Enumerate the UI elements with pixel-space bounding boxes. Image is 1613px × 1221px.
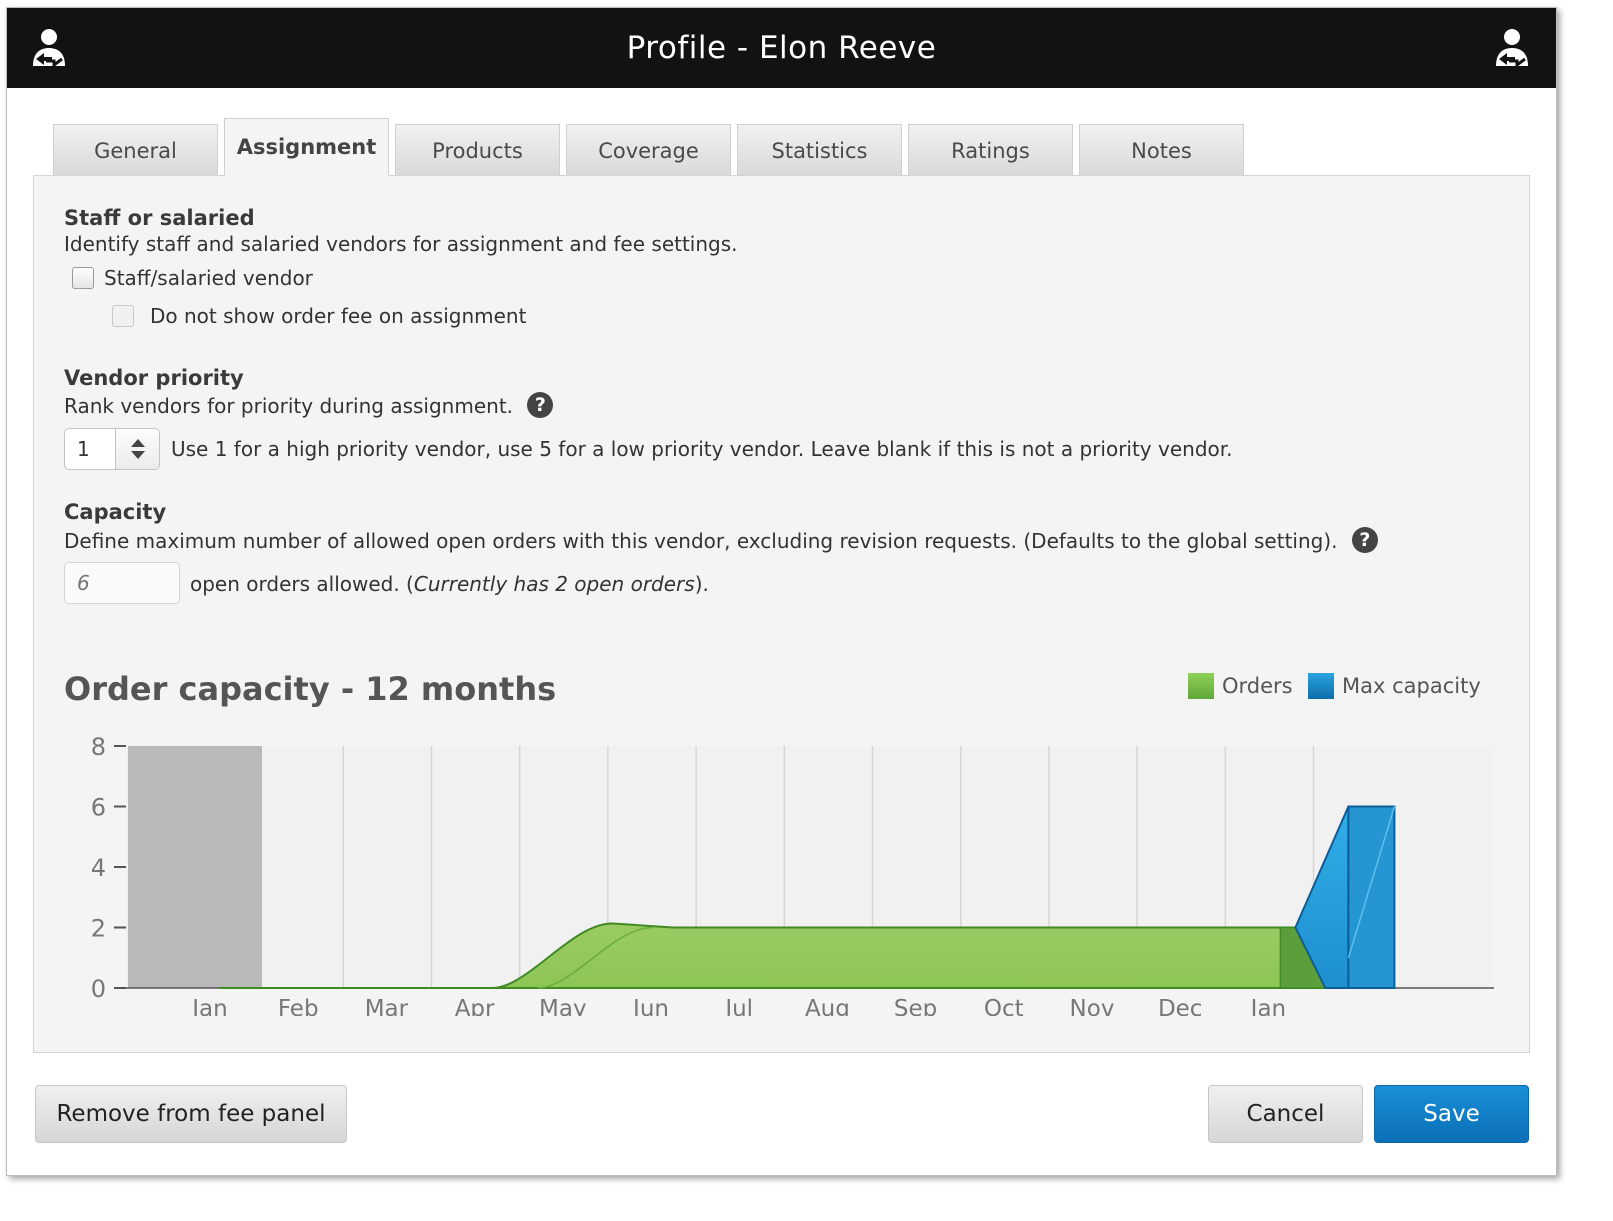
chart-title: Order capacity - 12 months [64,670,557,708]
x-tick-label: May [539,996,587,1016]
legend-orders: Orders [1188,673,1293,699]
x-tick-label: Aug [805,996,850,1016]
user-switch-icon[interactable] [27,26,71,70]
x-tick-label: Jun [631,996,669,1016]
priority-stepper[interactable]: 1 [64,428,160,470]
priority-hint: Use 1 for a high priority vendor, use 5 … [171,437,1233,461]
legend-orders-swatch [1188,673,1214,699]
legend-orders-label: Orders [1222,674,1293,698]
staff-checkbox-row[interactable]: Staff/salaried vendor [72,266,313,290]
capacity-description-text: Define maximum number of allowed open or… [64,529,1338,553]
capacity-suffix-before: open orders allowed. ( [190,572,414,596]
legend-max-capacity-label: Max capacity [1342,674,1481,698]
x-tick-label: Sep [894,996,937,1016]
legend-max-capacity: Max capacity [1308,673,1481,699]
title-bar: Profile - Elon Reeve [7,8,1556,88]
x-tick-label: Jan [190,996,227,1016]
question-icon[interactable]: ? [527,391,554,418]
remove-from-fee-panel-button[interactable]: Remove from fee panel [35,1085,347,1143]
save-button[interactable]: Save [1374,1085,1529,1143]
order-fee-checkbox-row[interactable]: Do not show order fee on assignment [112,304,526,328]
legend-max-capacity-swatch [1308,673,1334,699]
hide-order-fee-checkbox[interactable] [112,305,134,327]
y-tick-label: 4 [91,854,106,882]
priority-description-text: Rank vendors for priority during assignm… [64,394,514,418]
priority-section-title: Vendor priority [64,366,244,390]
tab-ratings[interactable]: Ratings [908,124,1073,176]
question-icon[interactable]: ? [1351,526,1378,553]
y-tick-label: 2 [91,915,106,943]
x-tick-label: Apr [455,996,495,1016]
y-tick-label: 6 [91,794,106,822]
past-period-shade [128,746,262,988]
assignment-panel: Staff or salaried Identify staff and sal… [33,175,1530,1053]
tab-products[interactable]: Products [395,124,560,176]
x-tick-label: Mar [365,996,409,1016]
staff-section-title: Staff or salaried [64,206,255,230]
tab-bar: General Assignment Products Coverage Sta… [53,118,1244,176]
profile-dialog: Profile - Elon Reeve General Assignment … [6,7,1557,1176]
staff-checkbox-label: Staff/salaried vendor [104,266,313,290]
cancel-button[interactable]: Cancel [1208,1085,1363,1143]
x-tick-label: Oct [984,996,1024,1016]
tab-general[interactable]: General [53,124,218,176]
tab-coverage[interactable]: Coverage [566,124,731,176]
x-tick-label: Jul [723,996,753,1016]
y-tick-label: 0 [91,975,106,1003]
x-tick-label: Jan [1249,996,1286,1016]
tab-statistics[interactable]: Statistics [737,124,902,176]
priority-section-description: Rank vendors for priority during assignm… [64,391,554,418]
y-tick-label: 8 [91,733,106,761]
capacity-current-note: Currently has 2 open orders [413,572,695,596]
x-tick-label: Nov [1070,996,1115,1016]
capacity-section-title: Capacity [64,500,167,524]
capacity-section-description: Define maximum number of allowed open or… [64,526,1378,553]
hide-order-fee-label: Do not show order fee on assignment [150,304,527,328]
x-tick-label: Dec [1158,996,1203,1016]
capacity-suffix: open orders allowed. (Currently has 2 op… [190,572,709,596]
capacity-suffix-after: ). [694,572,709,596]
staff-section-description: Identify staff and salaried vendors for … [64,232,738,256]
staff-salaried-checkbox[interactable] [72,267,94,289]
window-title: Profile - Elon Reeve [626,30,937,66]
x-tick-label: Feb [278,996,319,1016]
order-capacity-chart: 0 2 4 6 8 Jan Feb Mar Apr May Jun Jul Aug Sep Oct Nov De… [91,733,1494,1016]
max-capacity-bar [1347,805,1396,989]
tab-notes[interactable]: Notes [1079,124,1244,176]
stepper-arrows-icon[interactable] [115,429,159,469]
user-switch-icon[interactable] [1490,26,1534,70]
priority-value[interactable]: 1 [65,437,115,461]
tab-assignment[interactable]: Assignment [224,118,389,176]
capacity-input[interactable] [64,562,180,604]
